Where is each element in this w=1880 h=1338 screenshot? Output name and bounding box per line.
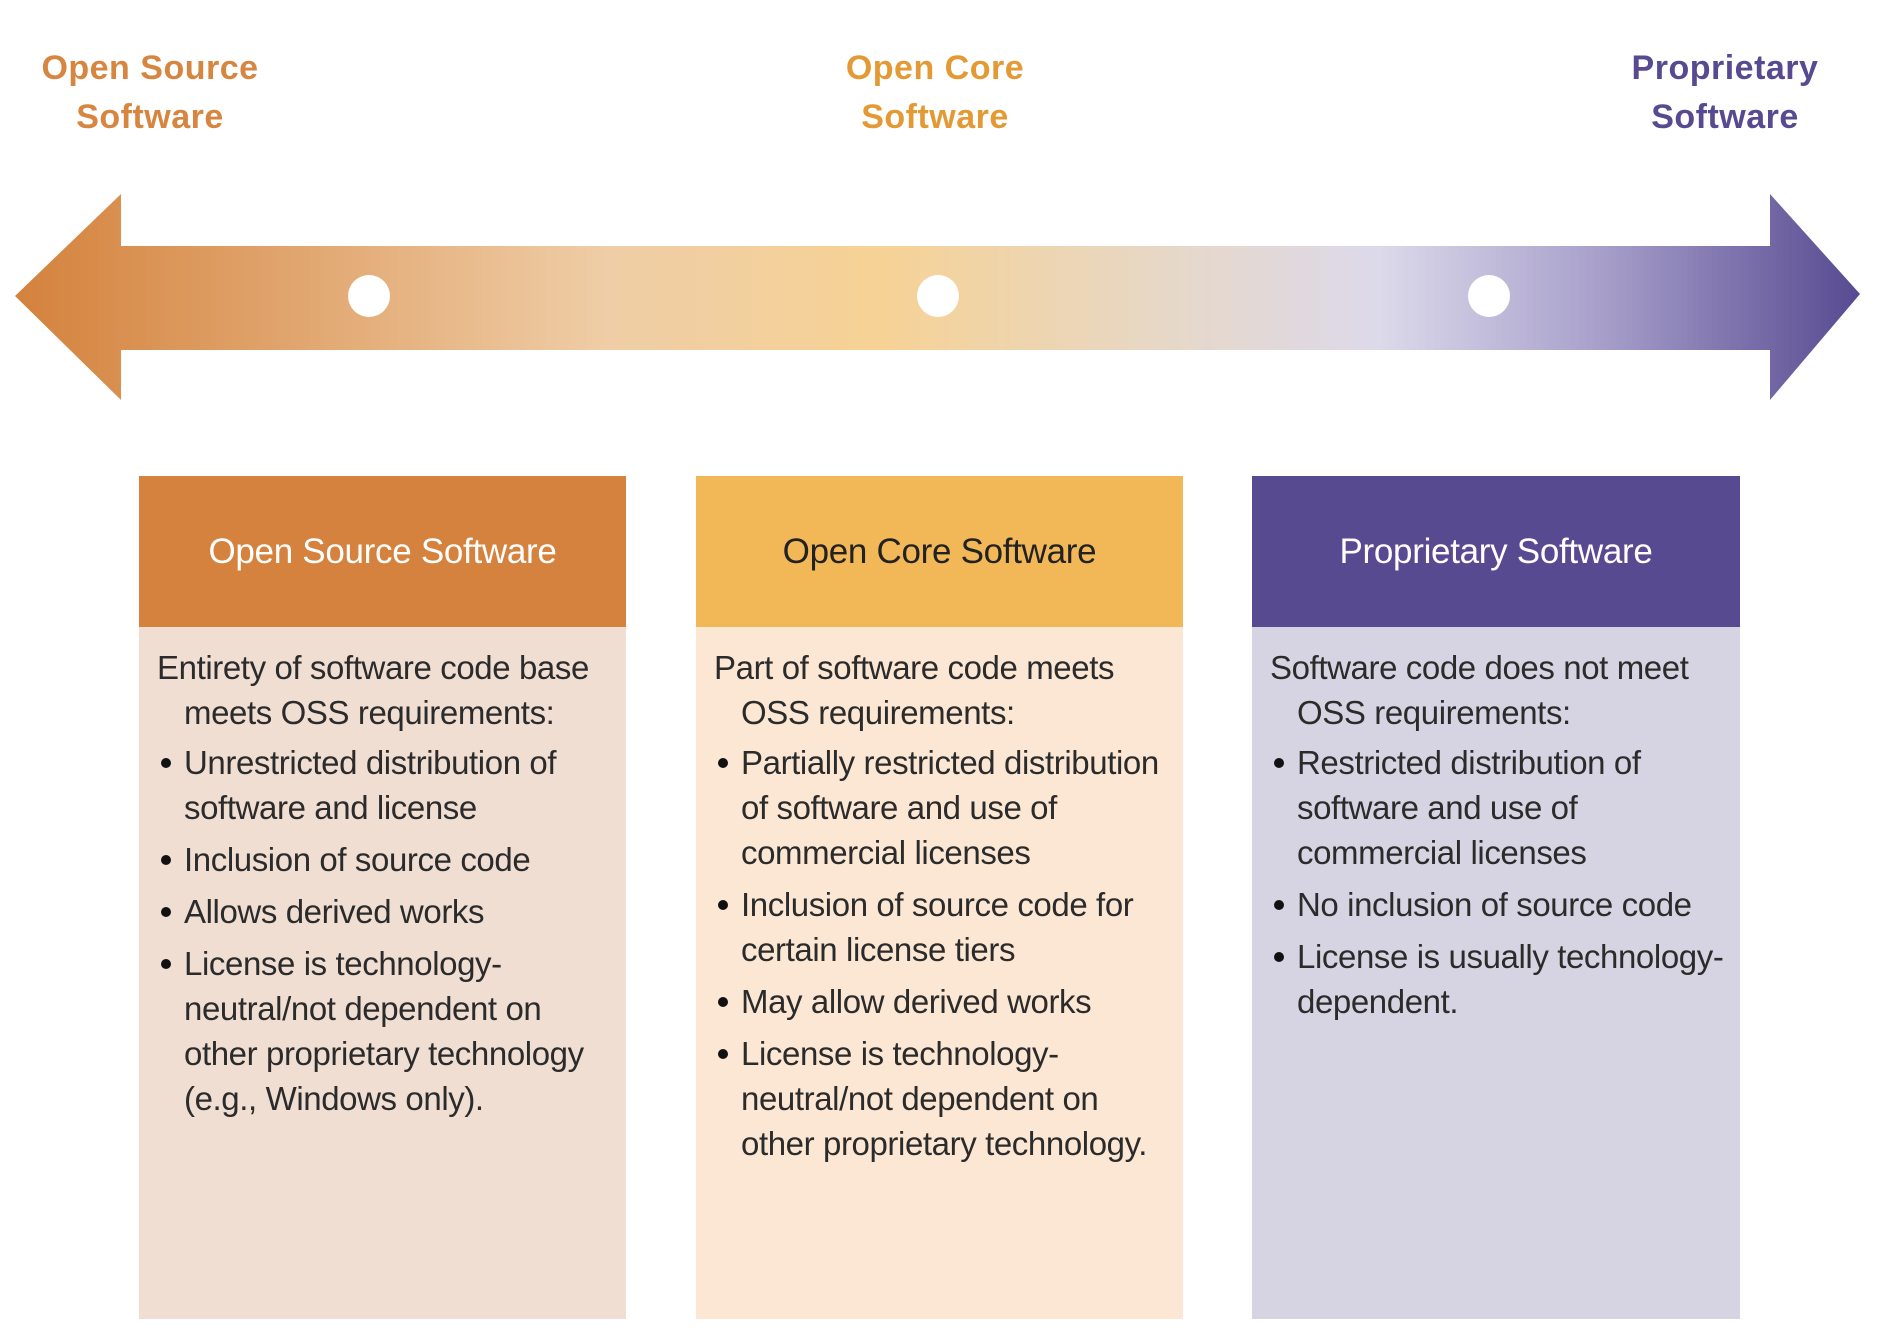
bullet-icon	[161, 758, 171, 768]
bullet-icon	[1274, 900, 1284, 910]
column-body: Part of software code meets OSS requirem…	[696, 627, 1183, 1319]
column-header: Proprietary Software	[1252, 476, 1740, 627]
bullet-text: Unrestricted distribution of software an…	[184, 744, 557, 826]
bullet-icon	[161, 855, 171, 865]
bullet-text: No inclusion of source code	[1297, 886, 1692, 923]
column-body: Software code does not meet OSS requirem…	[1252, 627, 1740, 1319]
bullet-icon	[718, 1049, 728, 1059]
bullet-item: May allow derived works	[714, 979, 1169, 1024]
column-header: Open Source Software	[139, 476, 626, 627]
marker-dot-open-core	[917, 275, 959, 317]
marker-dot-open-source	[348, 275, 390, 317]
bullet-list: Restricted distribution of software and …	[1270, 740, 1726, 1024]
bullet-icon	[1274, 952, 1284, 962]
bullet-item: Allows derived works	[157, 889, 612, 934]
bullet-item: License is technology-neutral/not depend…	[157, 941, 612, 1121]
bullet-item: License is technology-neutral/not depend…	[714, 1031, 1169, 1166]
bullet-icon	[1274, 758, 1284, 768]
column-lead-text: Entirety of software code base meets OSS…	[157, 649, 589, 731]
bullet-text: May allow derived works	[741, 983, 1092, 1020]
bullet-text: Restricted distribution of software and …	[1297, 744, 1641, 871]
bullet-icon	[718, 900, 728, 910]
bullet-item: No inclusion of source code	[1270, 882, 1726, 927]
bullet-item: Inclusion of source code	[157, 837, 612, 882]
bullet-text: License is usually technology-dependent.	[1297, 938, 1724, 1020]
bullet-list: Unrestricted distribution of software an…	[157, 740, 612, 1121]
column-open-source: Open Source Software Entirety of softwar…	[139, 476, 626, 1319]
bullet-item: License is usually technology-dependent.	[1270, 934, 1726, 1024]
bullet-icon	[718, 758, 728, 768]
column-body: Entirety of software code base meets OSS…	[139, 627, 626, 1319]
bullet-icon	[161, 959, 171, 969]
bullet-text: License is technology-neutral/not depend…	[741, 1035, 1148, 1162]
bullet-item: Restricted distribution of software and …	[1270, 740, 1726, 875]
bullet-item: Unrestricted distribution of software an…	[157, 740, 612, 830]
bullet-item: Inclusion of source code for certain lic…	[714, 882, 1169, 972]
column-open-core: Open Core Software Part of software code…	[696, 476, 1183, 1319]
column-header: Open Core Software	[696, 476, 1183, 627]
bullet-text: Inclusion of source code for certain lic…	[741, 886, 1134, 968]
column-lead-text: Part of software code meets OSS requirem…	[714, 649, 1115, 731]
spectrum-arrow	[15, 194, 1860, 400]
bullet-item: Partially restricted distribution of sof…	[714, 740, 1169, 875]
bullet-icon	[161, 907, 171, 917]
marker-dot-proprietary	[1468, 275, 1510, 317]
bullet-text: Inclusion of source code	[184, 841, 531, 878]
bullet-list: Partially restricted distribution of sof…	[714, 740, 1169, 1166]
column-proprietary: Proprietary Software Software code does …	[1252, 476, 1740, 1319]
bullet-text: Allows derived works	[184, 893, 485, 930]
bullet-text: License is technology-neutral/not depend…	[184, 945, 584, 1117]
bullet-icon	[718, 997, 728, 1007]
bullet-text: Partially restricted distribution of sof…	[741, 744, 1159, 871]
column-lead-text: Software code does not meet OSS requirem…	[1270, 649, 1689, 731]
